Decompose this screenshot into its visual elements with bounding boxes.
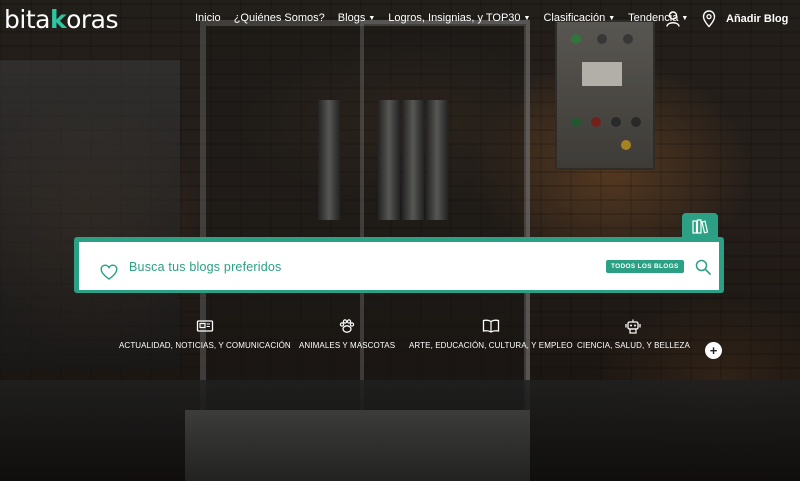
all-blogs-filter[interactable]: TODOS LOS BLOGS [606, 260, 684, 273]
category-label: ARTE, EDUCACIÓN, CULTURA, Y EMPLEO [409, 341, 573, 350]
nav-item-label: ¿Quiénes Somos? [233, 12, 325, 24]
nav-item-clasificacion[interactable]: Clasificación ▼ [543, 12, 615, 24]
category-ciencia[interactable]: CIENCIA, SALUD, Y BELLEZA [577, 318, 690, 350]
more-categories-button[interactable]: + [705, 342, 722, 359]
main-nav: Inicio ¿Quiénes Somos? Blogs ▼ Logros, I… [195, 12, 701, 24]
logo-text-suffix: oras [66, 5, 118, 34]
robot-icon [625, 319, 642, 334]
nav-item-label: Logros, Insignias, y TOP30 [388, 12, 521, 24]
site-logo[interactable]: bitakoras [4, 5, 118, 34]
add-blog-button[interactable]: Añadir Blog [702, 10, 788, 28]
category-label: ACTUALIDAD, NOTICIAS, Y COMUNICACIÓN [119, 341, 291, 350]
nav-item-quienes-somos[interactable]: ¿Quiénes Somos? [234, 12, 325, 24]
paw-icon [339, 319, 355, 333]
caret-down-icon: ▼ [523, 14, 531, 22]
search-box: TODOS LOS BLOGS [79, 242, 719, 290]
nav-item-logros[interactable]: Logros, Insignias, y TOP30 ▼ [388, 12, 530, 24]
user-icon[interactable] [666, 11, 680, 27]
nav-item-label: Clasificación [543, 12, 606, 24]
map-pin-icon [702, 10, 716, 28]
search-icon[interactable] [695, 259, 711, 275]
nav-item-blogs[interactable]: Blogs ▼ [338, 12, 375, 24]
books-icon [692, 219, 709, 234]
category-label: ANIMALES Y MASCOTAS [299, 341, 396, 350]
search-bar: TODOS LOS BLOGS [74, 237, 724, 293]
site-header: bitakoras Inicio ¿Quiénes Somos? Blogs ▼… [0, 0, 800, 40]
search-input[interactable] [129, 257, 599, 277]
heart-icon[interactable] [100, 264, 118, 280]
nav-item-label: Inicio [195, 12, 221, 24]
nav-item-inicio[interactable]: Inicio [195, 12, 221, 24]
logo-text-prefix: bita [4, 5, 50, 34]
caret-down-icon: ▼ [608, 14, 616, 22]
newspaper-icon [196, 320, 214, 332]
category-label: CIENCIA, SALUD, Y BELLEZA [577, 341, 690, 350]
caret-down-icon: ▼ [368, 14, 376, 22]
category-list: ACTUALIDAD, NOTICIAS, Y COMUNICACIÓN ANI… [110, 318, 700, 358]
book-icon [482, 319, 500, 333]
nav-item-label: Blogs [337, 12, 366, 24]
logo-text-accent: k [49, 5, 67, 34]
caret-down-icon: ▼ [681, 14, 689, 22]
category-animales[interactable]: ANIMALES Y MASCOTAS [299, 318, 395, 350]
category-actualidad[interactable]: ACTUALIDAD, NOTICIAS, Y COMUNICACIÓN [119, 318, 291, 350]
add-blog-label: Añadir Blog [726, 13, 789, 25]
category-arte[interactable]: ARTE, EDUCACIÓN, CULTURA, Y EMPLEO [409, 318, 573, 350]
